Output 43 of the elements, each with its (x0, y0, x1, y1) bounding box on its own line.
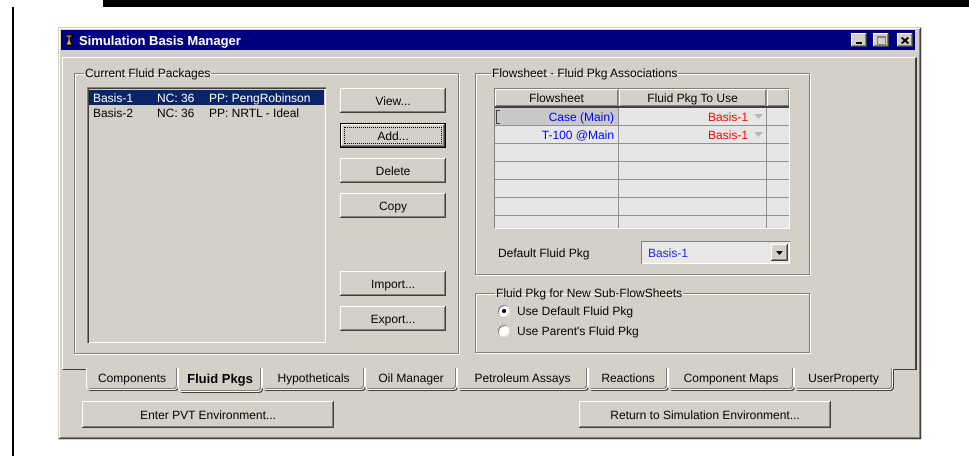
tab[interactable]: Hypotheticals (262, 368, 365, 390)
window-title: Simulation Basis Manager (79, 32, 242, 48)
table-cell[interactable]: T-100 @Main (495, 126, 619, 143)
radio-label[interactable]: Use Default Fluid Pkg (517, 304, 634, 318)
group-label: Fluid Pkg for New Sub-FlowSheets (495, 286, 684, 300)
component-count[interactable]: NC: 36 (157, 90, 209, 104)
action-button[interactable]: Delete (340, 158, 446, 183)
radio-button[interactable] (498, 324, 510, 336)
tab[interactable]: Reactions (588, 368, 668, 390)
group-label: Flowsheet - Fluid Pkg Associations (491, 66, 678, 80)
tab[interactable]: UserProperty (794, 368, 893, 390)
maximize-icon[interactable] (873, 33, 889, 47)
dropdown-field[interactable]: Basis-1 (641, 241, 790, 264)
package-name[interactable]: Basis-1 (93, 90, 157, 104)
minimize-icon[interactable] (851, 33, 867, 47)
close-icon[interactable] (897, 33, 913, 47)
radio-label[interactable]: Use Parent's Fluid Pkg (517, 324, 639, 338)
field-label: Default Fluid Pkg (497, 246, 590, 260)
environment-button[interactable]: Enter PVT Environment... (82, 401, 334, 428)
column-header[interactable] (767, 89, 789, 106)
dropdown-icon[interactable] (776, 250, 783, 254)
column-header[interactable]: Fluid Pkg To Use (619, 89, 767, 106)
tab[interactable]: Components (86, 368, 178, 390)
package-name[interactable]: Basis-2 (93, 106, 157, 120)
table-cell[interactable]: Case (Main) (495, 108, 619, 125)
action-button[interactable]: Add... (340, 123, 446, 148)
tab[interactable]: Oil Manager (365, 368, 457, 390)
package-list[interactable]: Basis-1 NC: 36 PP: PengRobinson Basis-2 NC: 36 PP: NRTL - Ideal (87, 87, 326, 343)
radio-button[interactable] (498, 304, 510, 316)
group-label: Current Fluid Packages (84, 66, 212, 80)
action-button[interactable]: Export... (340, 306, 446, 331)
column-header[interactable]: Flowsheet (495, 89, 619, 106)
component-count[interactable]: NC: 36 (157, 106, 209, 120)
property-package[interactable]: PP: PengRobinson (209, 90, 310, 104)
action-button[interactable]: View... (340, 88, 446, 113)
environment-button[interactable]: Return to Simulation Environment... (579, 401, 831, 428)
action-button[interactable]: Import... (340, 271, 446, 296)
action-button[interactable]: Copy (340, 193, 446, 218)
tab[interactable]: Fluid Pkgs (178, 368, 262, 392)
tab[interactable]: Component Maps (668, 368, 794, 390)
tab[interactable]: Petroleum Assays (457, 368, 588, 390)
property-package[interactable]: PP: NRTL - Ideal (209, 106, 300, 120)
app-icon (65, 34, 73, 46)
